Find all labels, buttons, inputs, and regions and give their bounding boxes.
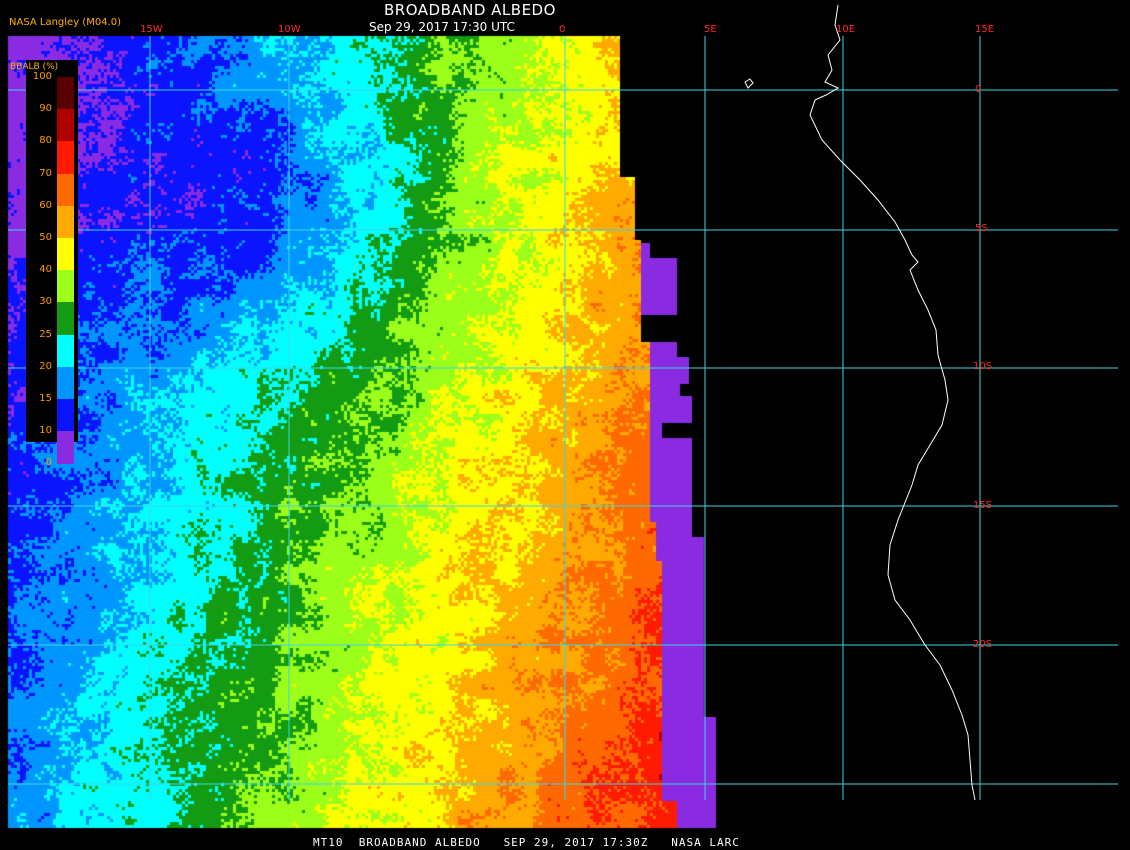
footer-caption: MT10 BROADBAND ALBEDO SEP 29, 2017 17:30… bbox=[313, 836, 740, 849]
legend-swatch bbox=[57, 270, 74, 303]
lon-label-10w: 10W bbox=[278, 24, 301, 35]
credit-label: NASA Langley (M04.0) bbox=[9, 17, 121, 28]
lat-lon-grid bbox=[8, 36, 1118, 800]
map-overlay bbox=[8, 4, 1118, 801]
lon-label-0: 0 bbox=[559, 24, 566, 35]
legend-tick-label: 80 bbox=[39, 135, 52, 147]
legend-swatch bbox=[57, 431, 74, 464]
legend-tick-label: 30 bbox=[39, 296, 52, 308]
legend-swatch bbox=[57, 173, 74, 207]
lon-label-5e: 5E bbox=[704, 24, 717, 35]
legend-swatch bbox=[57, 238, 74, 271]
island-outline bbox=[744, 78, 754, 89]
lat-label-0: 0 bbox=[975, 84, 982, 95]
legend-swatch bbox=[57, 109, 74, 142]
legend-swatch bbox=[57, 77, 74, 110]
legend-tick-label: 10 bbox=[39, 425, 52, 437]
legend-swatch bbox=[57, 334, 74, 368]
legend-tick-label: 20 bbox=[39, 360, 52, 372]
legend-tick-label: 70 bbox=[39, 167, 52, 179]
legend-swatch bbox=[57, 366, 74, 400]
lat-label-10s: 10S bbox=[973, 361, 993, 372]
satellite-map: 15W 10W 0 5E 10E 15E 0 5S 10S 15S 20S BR… bbox=[0, 0, 1130, 850]
legend-tick-label: 100 bbox=[32, 71, 52, 82]
lat-label-15s: 15S bbox=[973, 500, 993, 511]
lon-label-15w: 15W bbox=[140, 24, 163, 35]
lon-label-10e: 10E bbox=[836, 24, 856, 35]
legend-tick-label: 90 bbox=[39, 103, 52, 115]
legend-tick-label: 0 bbox=[45, 457, 52, 469]
map-timestamp: Sep 29, 2017 17:30 UTC bbox=[369, 20, 515, 34]
legend-tick-label: 40 bbox=[39, 264, 52, 276]
lat-label-20s: 20S bbox=[973, 639, 993, 650]
legend-swatch bbox=[57, 302, 74, 336]
legend-tick-label: 50 bbox=[39, 232, 52, 243]
coastline bbox=[809, 4, 976, 801]
lat-label-5s: 5S bbox=[975, 223, 988, 234]
legend-tick-label: 25 bbox=[39, 328, 52, 340]
legend-tick-label: 15 bbox=[39, 393, 52, 404]
legend-swatch bbox=[57, 141, 74, 175]
legend-swatch bbox=[57, 205, 74, 239]
legend-swatch bbox=[57, 399, 74, 432]
lon-label-15e: 15E bbox=[975, 24, 995, 35]
legend-tick-label: 60 bbox=[39, 199, 52, 211]
map-title: BROADBAND ALBEDO bbox=[384, 1, 556, 19]
